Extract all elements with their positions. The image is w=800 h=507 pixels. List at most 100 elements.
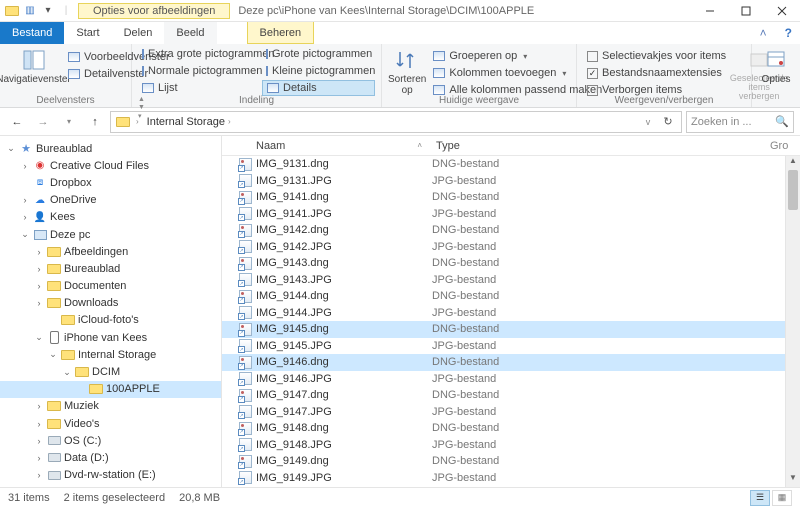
file-extensions-toggle[interactable]: ✓Bestandsnaamextensies — [583, 65, 730, 81]
column-headers[interactable]: Naam˄ Type Gro — [222, 136, 800, 156]
file-row[interactable]: ↗IMG_9145.dngDNG-bestand — [222, 321, 800, 338]
file-row[interactable]: ↗IMG_9149.JPGJPG-bestand — [222, 470, 800, 487]
tree-item[interactable]: ⌄Internal Storage — [0, 346, 221, 363]
qat-dropdown-icon[interactable]: ▾ — [40, 3, 56, 19]
breadcrumb-segment[interactable]: DCIM› — [144, 130, 239, 133]
tree-item[interactable]: ›Afbeeldingen — [0, 243, 221, 260]
file-list[interactable]: ↗IMG_9131.dngDNG-bestand↗IMG_9131.JPGJPG… — [222, 156, 800, 487]
address-dropdown-icon[interactable]: v — [639, 117, 657, 127]
minimize-button[interactable] — [692, 0, 728, 22]
tree-item[interactable]: ⌄DCIM — [0, 363, 221, 380]
column-name[interactable]: Naam˄ — [222, 140, 432, 152]
layout-sm-icons[interactable]: Kleine pictogrammen — [262, 63, 375, 79]
tree-item[interactable]: ⧈Dropbox — [0, 174, 221, 191]
layout-lg-icons[interactable]: Grote pictogrammen — [262, 46, 375, 62]
scroll-up-icon[interactable]: ▲ — [786, 156, 800, 170]
file-row[interactable]: ↗IMG_9141.JPGJPG-bestand — [222, 206, 800, 223]
tree-item[interactable]: ›Documenten — [0, 278, 221, 295]
tab-manage[interactable]: Beheren — [247, 22, 315, 44]
tree-twist-icon[interactable]: › — [20, 161, 30, 171]
file-row[interactable]: ↗IMG_9143.dngDNG-bestand — [222, 255, 800, 272]
scrollbar-thumb[interactable] — [788, 170, 798, 210]
search-input[interactable]: Zoeken in ... 🔍 — [686, 111, 794, 133]
tree-item[interactable]: ›👤Kees — [0, 209, 221, 226]
tab-view[interactable]: Beeld — [164, 22, 216, 44]
tree-item[interactable]: ›Muziek — [0, 398, 221, 415]
tree-item[interactable]: ⌄★Bureaublad — [0, 140, 221, 157]
tab-file[interactable]: Bestand — [0, 22, 64, 44]
navigation-tree[interactable]: ⌄★Bureaublad›◉Creative Cloud Files⧈Dropb… — [0, 136, 222, 487]
file-row[interactable]: ↗IMG_9142.dngDNG-bestand — [222, 222, 800, 239]
tree-item[interactable]: ›Bureaublad — [0, 260, 221, 277]
tree-twist-icon[interactable]: › — [34, 247, 44, 257]
tree-twist-icon[interactable]: ⌄ — [20, 229, 30, 240]
sort-by-button[interactable]: Sorteren op — [388, 46, 426, 96]
tree-item[interactable]: ›Video's — [0, 415, 221, 432]
properties-icon[interactable]: ▥ — [22, 3, 38, 19]
recent-locations-button[interactable]: ▾ — [58, 111, 80, 133]
tree-twist-icon[interactable]: › — [34, 453, 44, 463]
tree-twist-icon[interactable]: › — [34, 436, 44, 446]
file-row[interactable]: ↗IMG_9142.JPGJPG-bestand — [222, 239, 800, 256]
column-type[interactable]: Type — [432, 140, 770, 152]
tab-start[interactable]: Start — [64, 22, 111, 44]
tree-twist-icon[interactable]: › — [20, 212, 30, 222]
help-icon[interactable]: ? — [785, 26, 792, 40]
maximize-button[interactable] — [728, 0, 764, 22]
refresh-icon[interactable]: ↻ — [659, 115, 677, 128]
tree-item[interactable]: 100APPLE — [0, 381, 221, 398]
view-thumbnails-button[interactable]: ▦ — [772, 490, 792, 506]
tree-twist-icon[interactable]: › — [34, 470, 44, 480]
tree-twist-icon[interactable]: › — [20, 195, 30, 205]
tree-twist-icon[interactable]: › — [34, 281, 44, 291]
file-row[interactable]: ↗IMG_9147.JPGJPG-bestand — [222, 404, 800, 421]
tree-item[interactable]: ›OS (C:) — [0, 432, 221, 449]
tree-item[interactable]: iCloud-foto's — [0, 312, 221, 329]
tree-twist-icon[interactable]: ⌄ — [62, 367, 72, 378]
tree-twist-icon[interactable]: ⌄ — [48, 349, 58, 360]
layout-details[interactable]: Details — [262, 80, 375, 96]
tree-item[interactable]: ›Dvd-rw-station (E:) — [0, 467, 221, 484]
file-row[interactable]: ↗IMG_9146.dngDNG-bestand — [222, 354, 800, 371]
file-row[interactable]: ↗IMG_9131.JPGJPG-bestand — [222, 173, 800, 190]
tree-item[interactable]: ⌄iPhone van Kees — [0, 329, 221, 346]
file-row[interactable]: ↗IMG_9149.dngDNG-bestand — [222, 453, 800, 470]
tree-twist-icon[interactable]: › — [34, 264, 44, 274]
tree-item[interactable]: ›◉Creative Cloud Files — [0, 157, 221, 174]
navigation-pane-button[interactable]: Navigatievenster — [6, 46, 61, 85]
tree-item[interactable]: ›Data (D:) — [0, 449, 221, 466]
file-row[interactable]: ↗IMG_9144.JPGJPG-bestand — [222, 305, 800, 322]
file-row[interactable]: ↗IMG_9141.dngDNG-bestand — [222, 189, 800, 206]
file-row[interactable]: ↗IMG_9147.dngDNG-bestand — [222, 387, 800, 404]
item-checkboxes-toggle[interactable]: Selectievakjes voor items — [583, 48, 730, 64]
tree-twist-icon[interactable]: › — [34, 401, 44, 411]
options-button[interactable]: Opties — [758, 46, 794, 85]
scroll-down-icon[interactable]: ▼ — [786, 473, 800, 487]
scrollbar[interactable]: ▲ ▼ — [785, 156, 800, 487]
file-row[interactable]: ↗IMG_9148.JPGJPG-bestand — [222, 437, 800, 454]
tree-twist-icon[interactable]: ⌄ — [34, 332, 44, 343]
file-row[interactable]: ↗IMG_9150.dngDNG-bestand — [222, 486, 800, 487]
layout-more-icon[interactable]: ▾ — [138, 112, 147, 120]
tab-share[interactable]: Delen — [112, 22, 165, 44]
file-row[interactable]: ↗IMG_9144.dngDNG-bestand — [222, 288, 800, 305]
file-row[interactable]: ↗IMG_9131.dngDNG-bestand — [222, 156, 800, 173]
close-button[interactable] — [764, 0, 800, 22]
tree-item[interactable]: ›☁OneDrive — [0, 192, 221, 209]
view-details-button[interactable]: ☰ — [750, 490, 770, 506]
column-size[interactable]: Gro — [770, 140, 800, 152]
ribbon-collapse-icon[interactable]: ˄ — [760, 26, 767, 40]
tree-twist-icon[interactable]: ⌄ — [6, 143, 16, 154]
layout-md-icons[interactable]: Normale pictogrammen — [138, 63, 262, 79]
up-button[interactable]: ↑ — [84, 111, 106, 133]
layout-list[interactable]: Lijst — [138, 80, 262, 96]
forward-button[interactable]: → — [32, 111, 54, 133]
tree-twist-icon[interactable]: › — [34, 298, 44, 308]
tree-item[interactable]: ›Downloads — [0, 295, 221, 312]
layout-xl-icons[interactable]: Extra grote pictogrammen — [138, 46, 262, 62]
file-row[interactable]: ↗IMG_9143.JPGJPG-bestand — [222, 272, 800, 289]
tree-twist-icon[interactable]: › — [34, 419, 44, 429]
file-row[interactable]: ↗IMG_9145.JPGJPG-bestand — [222, 338, 800, 355]
tree-item[interactable]: ›RAW-bestanden (R:) — [0, 484, 221, 487]
tree-item[interactable]: ⌄Deze pc — [0, 226, 221, 243]
